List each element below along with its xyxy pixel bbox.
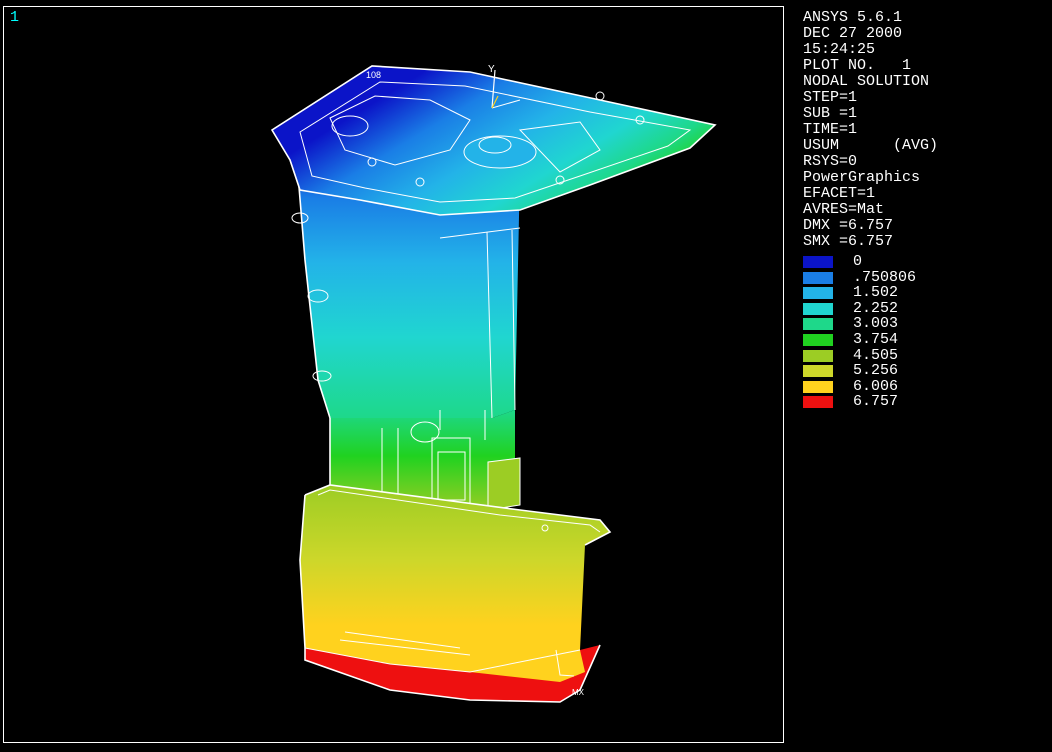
legend-swatch <box>803 349 833 362</box>
legend-label: 3.003 <box>853 315 899 333</box>
legend-swatch <box>803 396 833 409</box>
axis-y-label: Y <box>488 64 495 75</box>
legend-label: 1.502 <box>853 284 899 302</box>
info-line: TIME=1 <box>803 121 858 138</box>
info-line: USUM (AVG) <box>803 137 939 154</box>
legend-swatch <box>803 271 833 284</box>
info-line: RSYS=0 <box>803 153 858 170</box>
legend-label: 3.754 <box>853 330 899 348</box>
head-flange <box>270 65 717 216</box>
legend-label: 5.256 <box>853 362 899 380</box>
info-line: EFACET=1 <box>803 185 876 202</box>
legend-swatch <box>803 256 833 268</box>
info-line: SMX =6.757 <box>803 233 894 250</box>
info-line: 15:24:25 <box>803 41 876 58</box>
legend-swatch <box>803 380 833 393</box>
legend-swatch <box>803 318 833 331</box>
legend-label: 2.252 <box>853 299 899 317</box>
info-line: NODAL SOLUTION <box>803 73 930 90</box>
info-line: AVRES=Mat <box>803 201 885 218</box>
info-line: SUB =1 <box>803 105 858 122</box>
info-line: STEP=1 <box>803 89 858 106</box>
legend-label: 0 <box>853 253 863 270</box>
info-line: PowerGraphics <box>803 169 921 186</box>
info-line: PLOT NO. 1 <box>803 57 912 74</box>
info-line: DMX =6.757 <box>803 217 894 234</box>
legend-label: .750806 <box>853 268 917 286</box>
legend-swatch <box>803 333 833 346</box>
info-line: ANSYS 5.6.1 <box>803 9 903 26</box>
legend-swatch <box>803 287 833 300</box>
bottom-tag: MX <box>572 688 585 697</box>
plot-info-panel: ANSYS 5.6.1 DEC 27 2000 15:24:25 PLOT NO. 1… <box>803 10 938 250</box>
legend-label: 4.505 <box>853 346 899 364</box>
legend-label: 6.006 <box>853 377 899 395</box>
info-line: DEC 27 2000 <box>803 25 903 42</box>
node-label: 108 <box>366 70 381 80</box>
lower-housing <box>299 484 612 672</box>
legend-label: 6.757 <box>853 393 899 411</box>
legend-swatch <box>803 365 833 378</box>
legend-swatch <box>803 302 833 315</box>
